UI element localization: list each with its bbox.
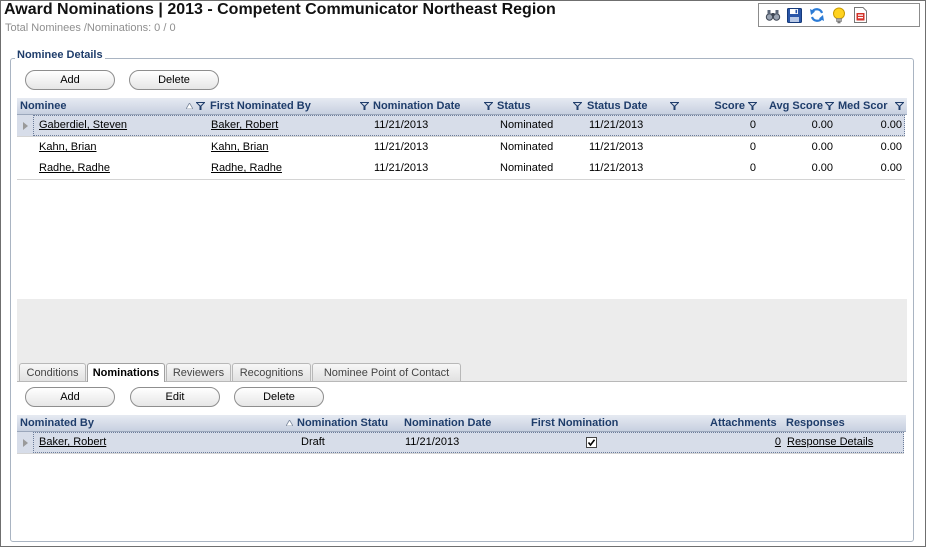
refresh-icon[interactable] bbox=[808, 7, 825, 24]
col-attachments-header[interactable]: Attachments bbox=[710, 415, 785, 431]
med-score-cell: 0.00 bbox=[880, 162, 902, 174]
page-title: Award Nominations | 2013 - Competent Com… bbox=[4, 1, 556, 18]
save-disk-icon[interactable] bbox=[786, 7, 803, 24]
col-first-nomination-header[interactable]: First Nomination bbox=[531, 415, 641, 431]
edit-nomination-button[interactable]: Edit bbox=[130, 387, 220, 407]
status-date-cell: 11/21/2013 bbox=[589, 162, 644, 174]
score-cell: 0 bbox=[749, 141, 756, 153]
nominee-row[interactable]: Gaberdiel, Steven Baker, Robert 11/21/20… bbox=[17, 115, 905, 137]
avg-score-filter-icon[interactable] bbox=[825, 102, 834, 110]
sort-ascending-icon[interactable] bbox=[186, 103, 193, 109]
med-score-filter-icon[interactable] bbox=[895, 102, 904, 110]
col-nominated-by-header[interactable]: Nominated By bbox=[20, 415, 270, 431]
col-status-date-header[interactable]: Status Date bbox=[587, 98, 667, 114]
row-expand-icon[interactable] bbox=[23, 439, 28, 447]
nominee-filter-icon[interactable] bbox=[196, 102, 205, 110]
nomination-row[interactable]: Baker, Robert Draft 11/21/2013 0 Respons… bbox=[17, 432, 904, 454]
col-nomination-status-header[interactable]: Nomination Statu bbox=[297, 415, 398, 431]
nomination-status-cell: Draft bbox=[301, 436, 325, 448]
avg-score-cell: 0.00 bbox=[811, 119, 833, 131]
med-score-cell: 0.00 bbox=[880, 141, 902, 153]
first-nominated-by-link[interactable]: Kahn, Brian bbox=[211, 141, 268, 153]
tab-recognitions[interactable]: Recognitions bbox=[232, 363, 311, 381]
col-score-header[interactable]: Score bbox=[682, 98, 745, 114]
report-icon[interactable] bbox=[852, 7, 869, 24]
avg-score-cell: 0.00 bbox=[811, 162, 833, 174]
col-responses-header[interactable]: Responses bbox=[786, 415, 866, 431]
sort-ascending-icon[interactable] bbox=[286, 420, 293, 426]
first-nominated-by-link[interactable]: Radhe, Radhe bbox=[211, 162, 282, 174]
nomination-date-cell: 11/21/2013 bbox=[405, 436, 460, 448]
col-nomination-date-header[interactable]: Nomination Date bbox=[373, 98, 483, 114]
tab-conditions[interactable]: Conditions bbox=[19, 363, 86, 381]
first-nominated-by-link[interactable]: Baker, Robert bbox=[211, 119, 278, 131]
col-nomination-date-header[interactable]: Nomination Date bbox=[404, 415, 509, 431]
status-date-cell: 11/21/2013 bbox=[589, 141, 644, 153]
tab-nominee-point-of-contact[interactable]: Nominee Point of Contact bbox=[312, 363, 461, 381]
status-cell: Nominated bbox=[500, 141, 554, 153]
status-filter-icon[interactable] bbox=[573, 102, 582, 110]
nomination-date-cell: 11/21/2013 bbox=[374, 162, 429, 174]
status-date-cell: 11/21/2013 bbox=[589, 119, 644, 131]
nominee-row[interactable]: Kahn, Brian Kahn, Brian 11/21/2013 Nomin… bbox=[17, 137, 905, 159]
nominee-row[interactable]: Radhe, Radhe Radhe, Radhe 11/21/2013 Nom… bbox=[17, 158, 905, 180]
toolbar bbox=[758, 3, 920, 27]
nominee-link[interactable]: Radhe, Radhe bbox=[39, 162, 110, 174]
nominated-by-link[interactable]: Baker, Robert bbox=[39, 436, 106, 448]
status-cell: Nominated bbox=[500, 119, 554, 131]
nomination-date-cell: 11/21/2013 bbox=[374, 141, 429, 153]
col-first-nominated-by-header[interactable]: First Nominated By bbox=[210, 98, 360, 114]
score-cell: 0 bbox=[749, 119, 756, 131]
tab-reviewers[interactable]: Reviewers bbox=[166, 363, 231, 381]
col-avg-score-header[interactable]: Avg Score bbox=[759, 98, 823, 114]
lightbulb-icon[interactable] bbox=[830, 7, 847, 24]
col-nominee-header[interactable]: Nominee bbox=[20, 98, 185, 114]
tab-nominations[interactable]: Nominations bbox=[87, 363, 165, 382]
delete-nominee-button[interactable]: Delete bbox=[129, 70, 219, 90]
med-score-cell: 0.00 bbox=[880, 119, 902, 131]
nominee-details-legend: Nominee Details bbox=[15, 49, 105, 61]
col-status-header[interactable]: Status bbox=[497, 98, 572, 114]
add-nominee-button[interactable]: Add bbox=[25, 70, 115, 90]
nominee-link[interactable]: Gaberdiel, Steven bbox=[39, 119, 127, 131]
nomination-date-cell: 11/21/2013 bbox=[374, 119, 429, 131]
col-med-score-header[interactable]: Med Scor bbox=[838, 98, 893, 114]
attachments-count-link[interactable]: 0 bbox=[775, 436, 781, 448]
page-subtitle: Total Nominees /Nominations: 0 / 0 bbox=[5, 22, 176, 34]
delete-nomination-button[interactable]: Delete bbox=[234, 387, 324, 407]
score-filter-icon[interactable] bbox=[748, 102, 757, 110]
avg-score-cell: 0.00 bbox=[811, 141, 833, 153]
response-details-link[interactable]: Response Details bbox=[787, 436, 873, 448]
status-date-filter-icon[interactable] bbox=[670, 102, 679, 110]
add-nomination-button[interactable]: Add bbox=[25, 387, 115, 407]
nominee-grid-header: Nominee First Nominated By Nomination Da… bbox=[17, 98, 907, 115]
status-cell: Nominated bbox=[500, 162, 554, 174]
first-nominated-by-filter-icon[interactable] bbox=[360, 102, 369, 110]
nominations-grid-header: Nominated By Nomination Statu Nomination… bbox=[17, 415, 906, 432]
checkmark-icon bbox=[587, 438, 596, 446]
first-nomination-cell bbox=[586, 432, 606, 453]
nominee-link[interactable]: Kahn, Brian bbox=[39, 141, 96, 153]
nomination-date-filter-icon[interactable] bbox=[484, 102, 493, 110]
binoculars-icon[interactable] bbox=[764, 7, 781, 24]
splitter-band bbox=[17, 299, 907, 363]
row-expand-icon[interactable] bbox=[23, 122, 28, 130]
first-nomination-checkbox[interactable] bbox=[586, 436, 597, 448]
score-cell: 0 bbox=[749, 162, 756, 174]
